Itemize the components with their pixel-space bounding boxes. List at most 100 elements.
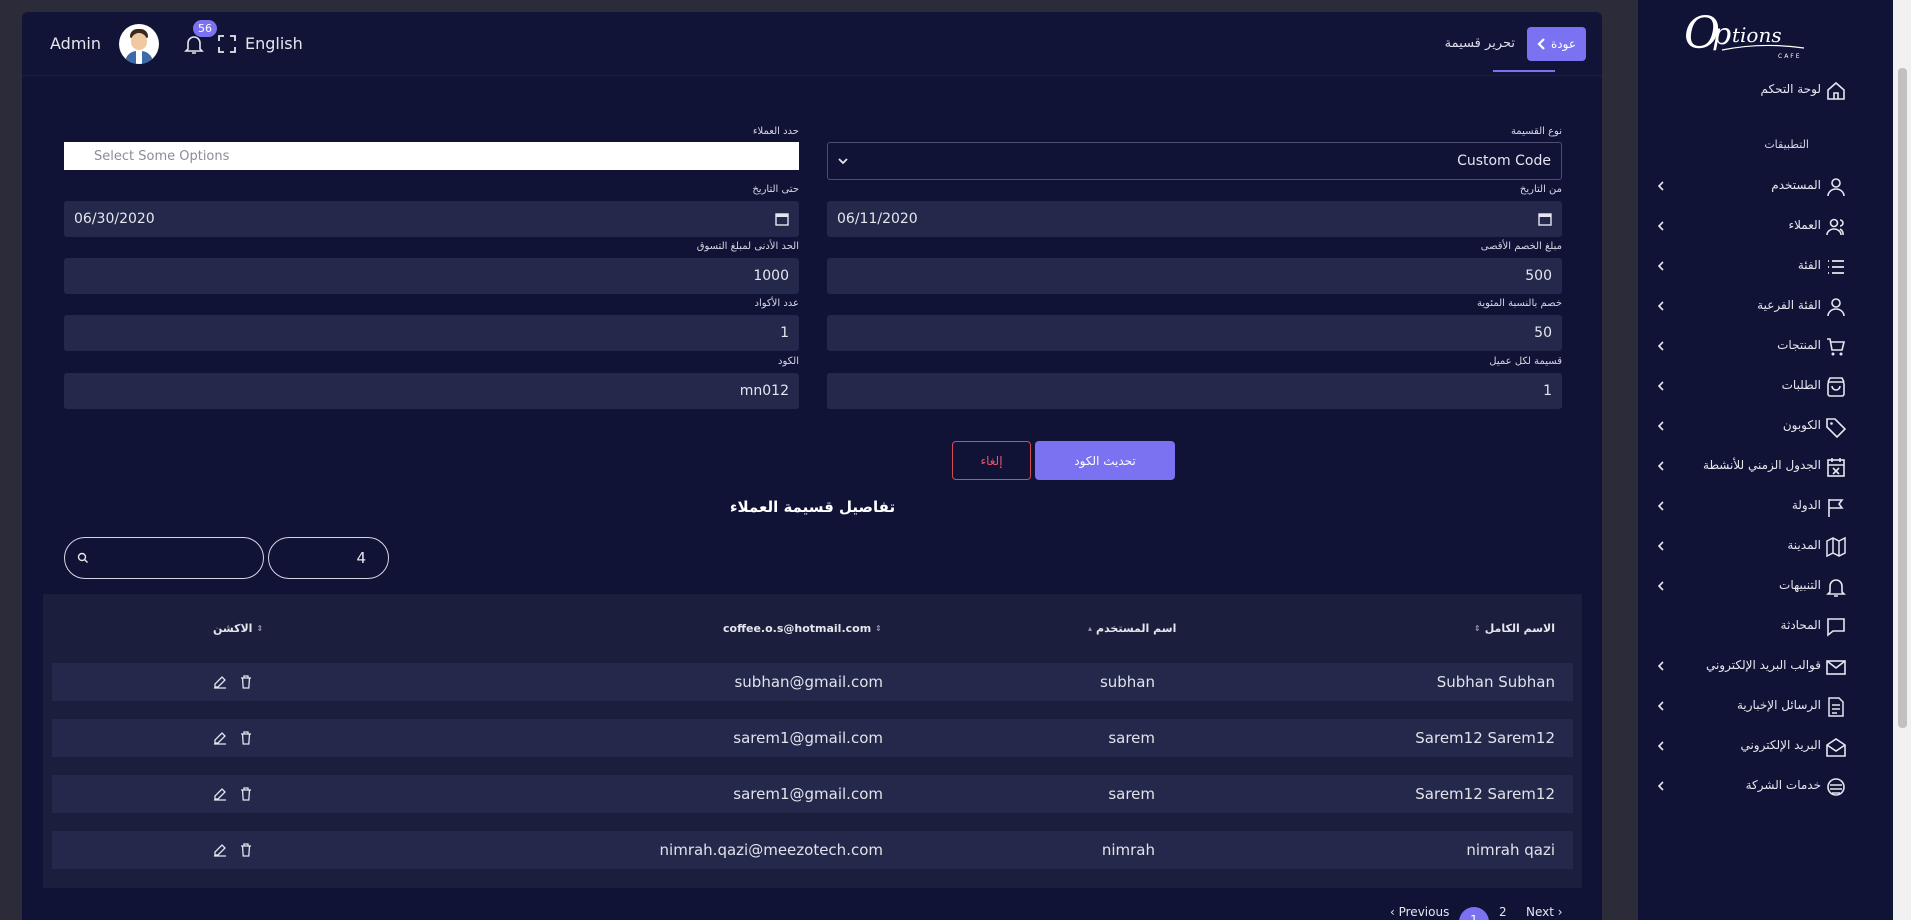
username-cell: nimrah [1101, 841, 1155, 859]
options-cafe-logo[interactable]: O p tions CAFE [1682, 6, 1812, 62]
trash-icon[interactable] [238, 842, 254, 858]
back-button[interactable]: عودة [1527, 26, 1586, 61]
pager-page-2[interactable]: 2 [1499, 905, 1507, 919]
scroll-thumb[interactable] [1898, 68, 1907, 728]
sidebar-item-12[interactable]: المحادثة [1638, 612, 1893, 642]
from-date-field: من التاريخ 06/11/2020 [827, 184, 1562, 238]
chevron-left-icon[interactable] [1656, 781, 1666, 791]
column-header-full-name[interactable]: ⇕ الاسم الكامل [1474, 622, 1555, 635]
chevron-left-icon[interactable] [1656, 421, 1666, 431]
chevron-left-icon[interactable] [1656, 581, 1666, 591]
chevron-left-icon[interactable] [1656, 661, 1666, 671]
sidebar-item-3[interactable]: الفئة [1638, 252, 1893, 282]
code-input[interactable]: mn012 [64, 373, 799, 409]
sidebar-item-7[interactable]: الكوبون [1638, 412, 1893, 442]
codes-count-label: عدد الأكواد [754, 298, 800, 309]
sidebar-item-8[interactable]: الجدول الزمني للأنشطة [1638, 452, 1893, 482]
language-switch[interactable]: English [245, 34, 303, 53]
search-input[interactable] [64, 537, 264, 579]
sidebar-item-14[interactable]: الرسائل الإخبارية [1638, 692, 1893, 722]
update-code-button[interactable]: تحديث الكود [1035, 441, 1175, 480]
sidebar-item-16[interactable]: خدمات الشركة [1638, 772, 1893, 802]
chevron-left-icon[interactable] [1656, 221, 1666, 231]
edit-icon[interactable] [212, 842, 228, 858]
chevron-left-icon[interactable] [1656, 541, 1666, 551]
column-header-action[interactable]: الاكشن ⇕ [213, 622, 263, 635]
customers-placeholder: Select Some Options [94, 148, 230, 164]
edit-icon[interactable] [212, 730, 228, 746]
chevron-down-icon [838, 158, 848, 165]
trash-icon[interactable] [238, 674, 254, 690]
bell-icon [1826, 579, 1846, 597]
min-order-input[interactable]: 1000 [64, 258, 799, 294]
sidebar-item-9[interactable]: الدولة [1638, 492, 1893, 522]
codes-count-input[interactable]: 1 [64, 315, 799, 351]
percent-discount-label: خصم بالنسبة المئوية [1477, 298, 1562, 309]
avatar[interactable] [119, 23, 159, 64]
sidebar-item-label: خدمات الشركة [1745, 778, 1821, 792]
percent-discount-input[interactable]: 50 [827, 315, 1562, 351]
notification-bell-icon[interactable]: 56 [183, 19, 217, 56]
chevron-left-icon[interactable] [1656, 301, 1666, 311]
sidebar-item-6[interactable]: الطلبات [1638, 372, 1893, 402]
chevron-left-icon[interactable] [1656, 261, 1666, 271]
chevron-left-icon[interactable] [1656, 701, 1666, 711]
pager-previous[interactable]: ‹ Previous [1390, 905, 1449, 919]
column-header-email[interactable]: coffee.o.s@hotmail.com ⇕ [723, 622, 882, 635]
per-customer-input[interactable]: 1 [827, 373, 1562, 409]
page-title: تحرير قسيمة [1444, 36, 1515, 51]
sidebar-item-2[interactable]: العملاء [1638, 212, 1893, 242]
max-discount-field: مبلغ الخصم الأقصى 500 [827, 241, 1562, 295]
sidebar-item-dashboard[interactable]: لوحة التحكم [1638, 76, 1893, 106]
sidebar-item-label: المنتجات [1777, 338, 1821, 352]
calendar-icon[interactable] [1538, 212, 1552, 226]
username-cell: sarem [1108, 729, 1155, 747]
calendar-icon[interactable] [775, 212, 789, 226]
coupon-type-label: نوع القسيمة [1510, 126, 1562, 137]
to-date-input[interactable]: 06/30/2020 [64, 201, 799, 237]
sidebar-item-10[interactable]: المدينة [1638, 532, 1893, 562]
home-icon [1827, 81, 1845, 100]
sidebar-item-4[interactable]: الفئة الفرعية [1638, 292, 1893, 322]
pager-next[interactable]: Next › [1526, 905, 1563, 919]
percent-discount-field: خصم بالنسبة المئوية 50 [827, 298, 1562, 352]
sidebar-item-label: المحادثة [1780, 618, 1821, 632]
chevron-left-icon[interactable] [1656, 461, 1666, 471]
column-header-username[interactable]: ▴ اسم المستخدم [1088, 622, 1176, 635]
sidebar-item-1[interactable]: المستخدم [1638, 172, 1893, 202]
from-date-input[interactable]: 06/11/2020 [827, 201, 1562, 237]
mail-open-icon [1826, 738, 1846, 757]
edit-icon[interactable] [212, 786, 228, 802]
bag-icon [1827, 377, 1845, 397]
from-date-label: من التاريخ [1519, 184, 1562, 195]
admin-name[interactable]: Admin [50, 34, 101, 53]
sidebar-item-15[interactable]: البريد الإلكتروني [1638, 732, 1893, 762]
cancel-button[interactable]: إلغاء [952, 441, 1031, 480]
page-size-select[interactable]: 4 [268, 537, 389, 579]
table-header: ⇕ الاسم الكامل ▴ اسم المستخدم coffee.o.s@h… [43, 594, 1582, 658]
chevron-left-icon[interactable] [1656, 181, 1666, 191]
page-scrollbar[interactable] [1893, 0, 1911, 920]
customers-label: حدد العملاء [752, 126, 799, 137]
table-row: Subhan Subhan subhan subhan@gmail.com [52, 663, 1573, 701]
trash-icon[interactable] [238, 730, 254, 746]
sidebar-item-13[interactable]: قوالب البريد الإلكتروني [1638, 652, 1893, 682]
fullscreen-icon[interactable] [217, 34, 237, 54]
edit-icon[interactable] [212, 674, 228, 690]
sidebar-item-label: الجدول الزمني للأنشطة [1703, 458, 1821, 472]
chevron-left-icon[interactable] [1656, 501, 1666, 511]
chevron-left-icon[interactable] [1656, 381, 1666, 391]
max-discount-input[interactable]: 500 [827, 258, 1562, 294]
to-date-value: 06/30/2020 [74, 211, 155, 227]
sidebar-item-label: التنبيهات [1779, 578, 1821, 592]
trash-icon[interactable] [238, 786, 254, 802]
coupon-type-value: Custom Code [1457, 153, 1551, 169]
sidebar-item-5[interactable]: المنتجات [1638, 332, 1893, 362]
chevron-left-icon[interactable] [1656, 741, 1666, 751]
user-icon [1827, 298, 1845, 317]
mail-icon [1826, 660, 1846, 675]
customers-multiselect[interactable]: Select Some Options [64, 142, 799, 170]
sidebar-item-11[interactable]: التنبيهات [1638, 572, 1893, 602]
chevron-left-icon[interactable] [1656, 341, 1666, 351]
coupon-type-select[interactable]: Custom Code [827, 142, 1562, 180]
